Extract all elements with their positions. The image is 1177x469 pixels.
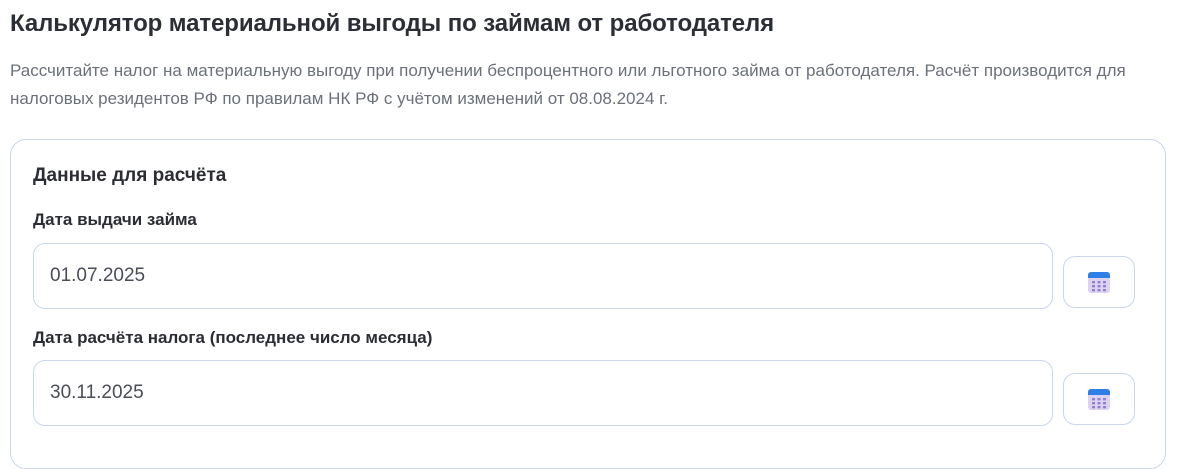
page-description: Рассчитайте налог на материальную выгоду… (10, 61, 1126, 108)
loan-date-calendar-button[interactable] (1063, 256, 1135, 308)
calendar-icon (1088, 272, 1110, 293)
loan-date-input[interactable] (33, 243, 1053, 309)
calc-date-label: Дата расчёта налога (последнее число мес… (33, 328, 433, 347)
loan-date-label: Дата выдачи займа (33, 210, 197, 229)
calc-date-input[interactable] (33, 360, 1053, 426)
section-title: Данные для расчёта (33, 165, 227, 186)
calculation-data-card: Данные для расчёта Дата выдачи займа Дат… (10, 139, 1166, 469)
calc-date-calendar-button[interactable] (1063, 373, 1135, 425)
page-title: Калькулятор материальной выгоды по займа… (10, 10, 775, 37)
calendar-icon (1088, 389, 1110, 410)
